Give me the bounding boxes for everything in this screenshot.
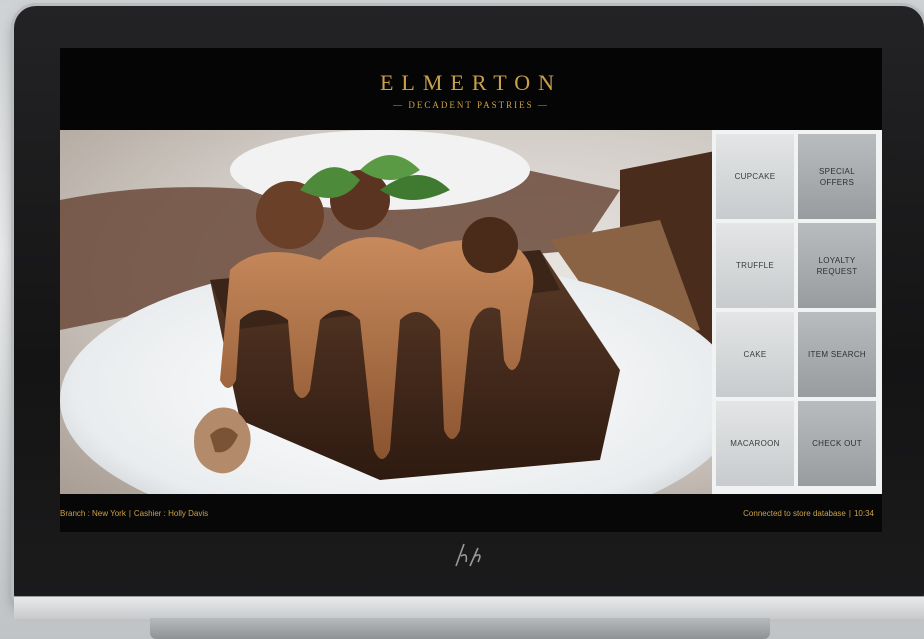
hero-image — [60, 130, 720, 494]
status-separator-left: | — [128, 509, 131, 518]
category-button-grid: CUPCAKE SPECIAL OFFERS TRUFFLE LOYALTY R… — [712, 130, 882, 494]
item-search-button[interactable]: ITEM SEARCH — [798, 312, 876, 397]
cake-button[interactable]: CAKE — [716, 312, 794, 397]
status-left: Branch : New York | Cashier : Holly Davis — [60, 509, 208, 518]
status-right: Connected to store database | 10:34 — [743, 509, 874, 518]
loyalty-request-button[interactable]: LOYALTY REQUEST — [798, 223, 876, 308]
clock-time: 10:34 — [853, 509, 874, 518]
status-separator-right: | — [848, 509, 851, 518]
device-base — [14, 596, 924, 619]
brand-subtitle: — DECADENT PASTRIES — — [393, 100, 549, 110]
device-stand — [150, 618, 770, 639]
app-header: ELMERTON — DECADENT PASTRIES — — [60, 48, 882, 130]
check-out-button[interactable]: CHECK OUT — [798, 401, 876, 486]
branch-label: Branch : New York — [60, 509, 126, 518]
cashier-label: Cashier : Holly Davis — [133, 509, 209, 518]
pos-screen: ELMERTON — DECADENT PASTRIES — CUPCAKE S… — [60, 48, 882, 532]
hp-logo-icon — [455, 543, 481, 567]
truffle-button[interactable]: TRUFFLE — [716, 223, 794, 308]
status-bar: Branch : New York | Cashier : Holly Davis … — [60, 494, 882, 532]
macaroon-button[interactable]: MACAROON — [716, 401, 794, 486]
cupcake-button[interactable]: CUPCAKE — [716, 134, 794, 219]
connection-status: Connected to store database — [743, 509, 846, 518]
special-offers-button[interactable]: SPECIAL OFFERS — [798, 134, 876, 219]
chocolate-cake-photo — [60, 130, 720, 494]
brand-name: ELMERTON — [379, 70, 563, 95]
